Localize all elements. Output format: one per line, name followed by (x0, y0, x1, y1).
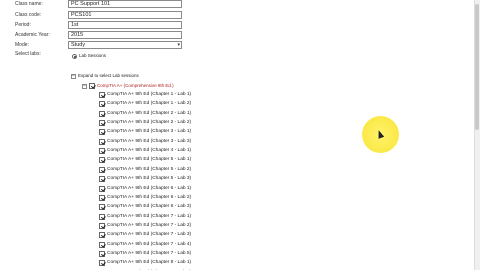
lab-label: CompTIA A+ 9th Ed (Chapter 7 - Lab 2) (107, 222, 192, 228)
lab-label: CompTIA A+ 9th Ed (Chapter 5 - Lab 3) (107, 176, 192, 182)
book-checkbox[interactable] (89, 83, 95, 89)
lab-checkbox[interactable] (99, 120, 105, 127)
select-labs-label: Select labs: (15, 51, 41, 57)
lab-checkbox[interactable] (99, 110, 105, 117)
lab-checkbox[interactable] (99, 241, 105, 248)
lab-checkbox[interactable] (99, 232, 105, 239)
lab-checkbox[interactable] (99, 260, 105, 267)
lab-label: CompTIA A+ 9th Ed (Chapter 6 - Lab 2) (107, 194, 192, 200)
lab-sessions-radio-label: Lab Sessions (79, 53, 107, 58)
lab-checkbox[interactable] (99, 222, 105, 229)
lab-label: CompTIA A+ 9th Ed (Chapter 3 - Lab 3) (107, 138, 192, 144)
class-code-input[interactable]: PCS101 (68, 11, 182, 19)
lab-label: CompTIA A+ 9th Ed (Chapter 2 - Lab 2) (107, 120, 192, 126)
lab-checkbox[interactable] (99, 194, 105, 201)
lab-label: CompTIA A+ 9th Ed (Chapter 7 - Lab 3) (107, 232, 192, 238)
lab-label: CompTIA A+ 9th Ed (Chapter 2 - Lab 1) (107, 110, 192, 116)
lab-checkbox[interactable] (99, 148, 105, 155)
class-name-input[interactable]: PC Support 101 (68, 0, 182, 8)
period-input[interactable]: 1st (68, 21, 182, 29)
collapse-book-icon[interactable]: − (82, 84, 87, 89)
scrollbar-thumb[interactable] (475, 4, 479, 130)
book-label: CompTIA A+ (Comprehensive 9th Ed.) (97, 83, 174, 88)
class-name-label: Class name: (15, 1, 43, 7)
lab-label: CompTIA A+ 9th Ed (Chapter 5 - Lab 1) (107, 157, 192, 163)
lab-checkbox[interactable] (99, 157, 105, 164)
chevron-down-icon: ▾ (177, 42, 180, 48)
lab-checkbox[interactable] (99, 204, 105, 211)
lab-label: CompTIA A+ 9th Ed (Chapter 4 - Lab 1) (107, 148, 192, 154)
lab-checkbox[interactable] (99, 129, 105, 136)
mode-label: Mode: (15, 42, 29, 48)
lab-label: CompTIA A+ 9th Ed (Chapter 6 - Lab 3) (107, 204, 192, 210)
collapse-icon[interactable]: − (71, 74, 76, 79)
lab-sessions-radio[interactable] (72, 54, 77, 59)
lab-label: CompTIA A+ 9th Ed (Chapter 3 - Lab 1) (107, 129, 192, 135)
academic-year-label: Academic Year: (15, 32, 50, 38)
lab-label: CompTIA A+ 9th Ed (Chapter 6 - Lab 1) (107, 185, 192, 191)
lab-checkbox[interactable] (99, 250, 105, 257)
class-code-label: Class code: (15, 12, 42, 18)
lab-label: CompTIA A+ 9th Ed (Chapter 8 - Lab 1) (107, 260, 192, 266)
vertical-scrollbar[interactable] (474, 0, 480, 270)
mode-select[interactable]: Study ▾ (68, 41, 182, 49)
lab-label: CompTIA A+ 9th Ed (Chapter 1 - Lab 1) (107, 92, 192, 97)
lab-checkbox[interactable] (99, 185, 105, 192)
lab-checkbox[interactable] (99, 138, 105, 145)
lab-label: CompTIA A+ 9th Ed (Chapter 7 - Lab 5) (107, 250, 192, 256)
academic-year-input[interactable]: 2015 (68, 31, 182, 39)
lab-label: CompTIA A+ 9th Ed (Chapter 5 - Lab 2) (107, 166, 192, 172)
lab-label: CompTIA A+ 9th Ed (Chapter 1 - Lab 2) (107, 101, 192, 107)
period-label: Period: (15, 22, 31, 28)
lab-checkbox[interactable] (99, 101, 105, 108)
lab-checkbox[interactable] (99, 176, 105, 183)
lab-checkbox[interactable] (99, 166, 105, 173)
lab-label: CompTIA A+ 9th Ed (Chapter 7 - Lab 1) (107, 213, 192, 219)
lab-checkbox[interactable] (99, 92, 105, 98)
lab-label: CompTIA A+ 9th Ed (Chapter 7 - Lab 4) (107, 241, 192, 247)
mode-select-value: Study (71, 42, 86, 48)
lab-checkbox[interactable] (99, 213, 105, 220)
expand-label: Expand to select Lab sessions (78, 73, 139, 78)
